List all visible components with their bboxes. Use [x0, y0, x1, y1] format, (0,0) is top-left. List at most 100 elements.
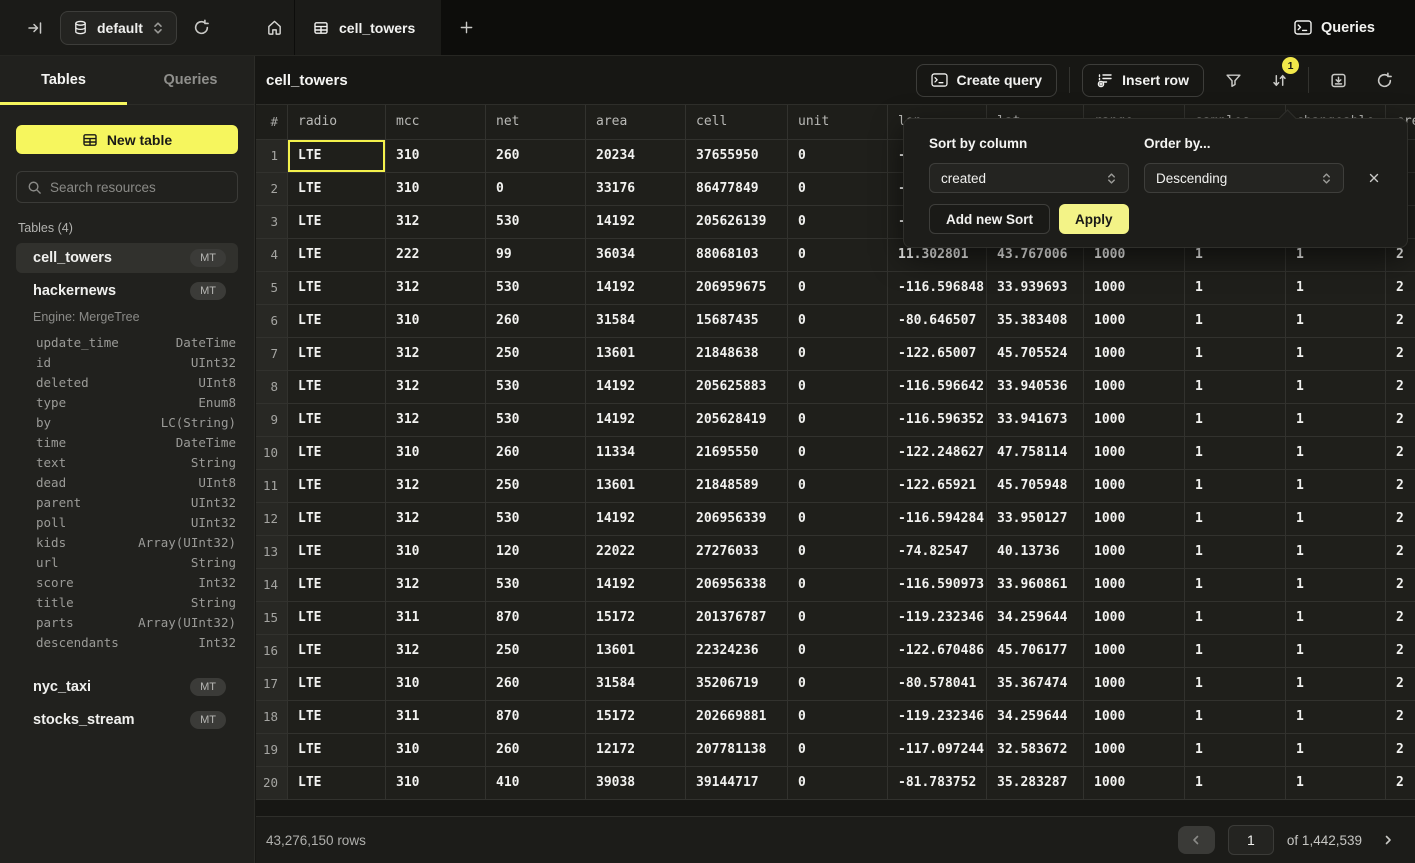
column-header-unit[interactable]: unit — [788, 105, 888, 140]
table-cell[interactable]: LTE — [288, 734, 386, 767]
table-cell[interactable]: 530 — [486, 206, 586, 239]
table-cell[interactable]: 1 — [1185, 569, 1286, 602]
table-cell[interactable]: -116.596848 — [888, 272, 987, 305]
table-cell[interactable]: 40.13736 — [987, 536, 1084, 569]
table-cell[interactable]: 1 — [1185, 701, 1286, 734]
tab-cell-towers[interactable]: cell_towers — [295, 0, 441, 55]
table-cell[interactable]: 1 — [1286, 338, 1386, 371]
table-cell[interactable]: 310 — [386, 437, 486, 470]
table-cell[interactable]: 36034 — [586, 239, 686, 272]
table-cell[interactable]: 1 — [1286, 668, 1386, 701]
table-cell[interactable]: LTE — [288, 569, 386, 602]
table-cell[interactable]: 120 — [486, 536, 586, 569]
table-cell[interactable]: 1 — [1185, 338, 1286, 371]
table-cell[interactable]: 33.960861 — [987, 569, 1084, 602]
table-cell[interactable]: 35.367474 — [987, 668, 1084, 701]
row-number[interactable]: 11 — [256, 470, 288, 503]
table-cell[interactable]: 1 — [1286, 371, 1386, 404]
table-cell[interactable]: 0 — [486, 173, 586, 206]
table-cell[interactable]: 530 — [486, 503, 586, 536]
table-cell[interactable]: 1 — [1185, 536, 1286, 569]
table-cell[interactable]: -116.594284 — [888, 503, 987, 536]
table-cell[interactable]: 34.259644 — [987, 602, 1084, 635]
table-cell[interactable]: 27276033 — [686, 536, 788, 569]
row-number[interactable]: 16 — [256, 635, 288, 668]
table-cell[interactable]: 1000 — [1084, 503, 1185, 536]
table-cell[interactable]: LTE — [288, 272, 386, 305]
table-cell[interactable]: 310 — [386, 767, 486, 800]
table-cell[interactable]: 0 — [788, 239, 888, 272]
new-tab-button[interactable] — [441, 0, 491, 55]
row-number[interactable]: 3 — [256, 206, 288, 239]
table-cell[interactable]: 410 — [486, 767, 586, 800]
table-cell[interactable]: 2 — [1386, 404, 1415, 437]
table-cell[interactable]: 1 — [1185, 305, 1286, 338]
table-cell[interactable]: LTE — [288, 767, 386, 800]
table-cell[interactable]: 206956338 — [686, 569, 788, 602]
table-cell[interactable]: -116.596352 — [888, 404, 987, 437]
row-number[interactable]: 4 — [256, 239, 288, 272]
table-cell[interactable]: 530 — [486, 404, 586, 437]
table-cell[interactable]: 312 — [386, 371, 486, 404]
table-cell[interactable]: 250 — [486, 338, 586, 371]
remove-sort-button[interactable] — [1359, 163, 1389, 193]
sidebar-tab-queries[interactable]: Queries — [127, 56, 254, 104]
table-cell[interactable]: 2 — [1386, 305, 1415, 338]
table-cell[interactable]: -117.097244 — [888, 734, 987, 767]
table-cell[interactable]: 1000 — [1084, 437, 1185, 470]
table-cell[interactable]: 2 — [1386, 569, 1415, 602]
queries-button[interactable]: Queries — [1282, 0, 1415, 55]
table-cell[interactable]: 530 — [486, 272, 586, 305]
table-cell[interactable]: 1 — [1185, 437, 1286, 470]
table-cell[interactable]: LTE — [288, 173, 386, 206]
table-cell[interactable]: 1 — [1286, 404, 1386, 437]
row-number[interactable]: 15 — [256, 602, 288, 635]
table-cell[interactable]: 0 — [788, 503, 888, 536]
row-number[interactable]: 1 — [256, 140, 288, 173]
table-cell[interactable]: 33.950127 — [987, 503, 1084, 536]
table-cell[interactable]: 1000 — [1084, 635, 1185, 668]
row-number[interactable]: 9 — [256, 404, 288, 437]
table-cell[interactable]: -122.65007 — [888, 338, 987, 371]
table-cell[interactable]: LTE — [288, 536, 386, 569]
apply-sort-button[interactable]: Apply — [1059, 204, 1129, 234]
table-cell[interactable]: -122.670486 — [888, 635, 987, 668]
sidebar-item-cell-towers[interactable]: cell_towers MT — [16, 243, 238, 273]
table-cell[interactable]: 22324236 — [686, 635, 788, 668]
refresh-tables-button[interactable] — [187, 13, 217, 43]
table-cell[interactable]: -74.82547 — [888, 536, 987, 569]
column-header-mcc[interactable]: mcc — [386, 105, 486, 140]
table-cell[interactable]: 260 — [486, 437, 586, 470]
table-cell[interactable]: 0 — [788, 338, 888, 371]
table-cell[interactable]: 260 — [486, 734, 586, 767]
table-cell[interactable]: -80.646507 — [888, 305, 987, 338]
table-cell[interactable]: 206959675 — [686, 272, 788, 305]
table-cell[interactable]: 35.383408 — [987, 305, 1084, 338]
table-cell[interactable]: 1000 — [1084, 272, 1185, 305]
table-cell[interactable]: -122.65921 — [888, 470, 987, 503]
table-cell[interactable]: 1000 — [1084, 371, 1185, 404]
table-cell[interactable]: 1 — [1185, 602, 1286, 635]
sort-order-select[interactable]: Descending — [1144, 163, 1344, 193]
table-cell[interactable]: 205626139 — [686, 206, 788, 239]
table-cell[interactable]: 35206719 — [686, 668, 788, 701]
table-cell[interactable]: 2 — [1386, 668, 1415, 701]
table-cell[interactable]: 2 — [1386, 272, 1415, 305]
table-cell[interactable]: LTE — [288, 503, 386, 536]
next-page-button[interactable] — [1375, 827, 1401, 853]
table-cell[interactable]: 530 — [486, 371, 586, 404]
table-cell[interactable]: 31584 — [586, 668, 686, 701]
table-cell[interactable]: 2 — [1386, 437, 1415, 470]
row-number[interactable]: 5 — [256, 272, 288, 305]
table-cell[interactable]: 1000 — [1084, 338, 1185, 371]
table-cell[interactable]: 1 — [1185, 272, 1286, 305]
table-cell[interactable]: 14192 — [586, 206, 686, 239]
table-cell[interactable]: 0 — [788, 173, 888, 206]
previous-page-button[interactable] — [1178, 826, 1215, 854]
table-cell[interactable]: 870 — [486, 602, 586, 635]
table-cell[interactable]: 1 — [1185, 470, 1286, 503]
table-cell[interactable]: 206956339 — [686, 503, 788, 536]
table-cell[interactable]: 35.283287 — [987, 767, 1084, 800]
table-cell[interactable]: 0 — [788, 635, 888, 668]
table-cell[interactable]: 0 — [788, 206, 888, 239]
